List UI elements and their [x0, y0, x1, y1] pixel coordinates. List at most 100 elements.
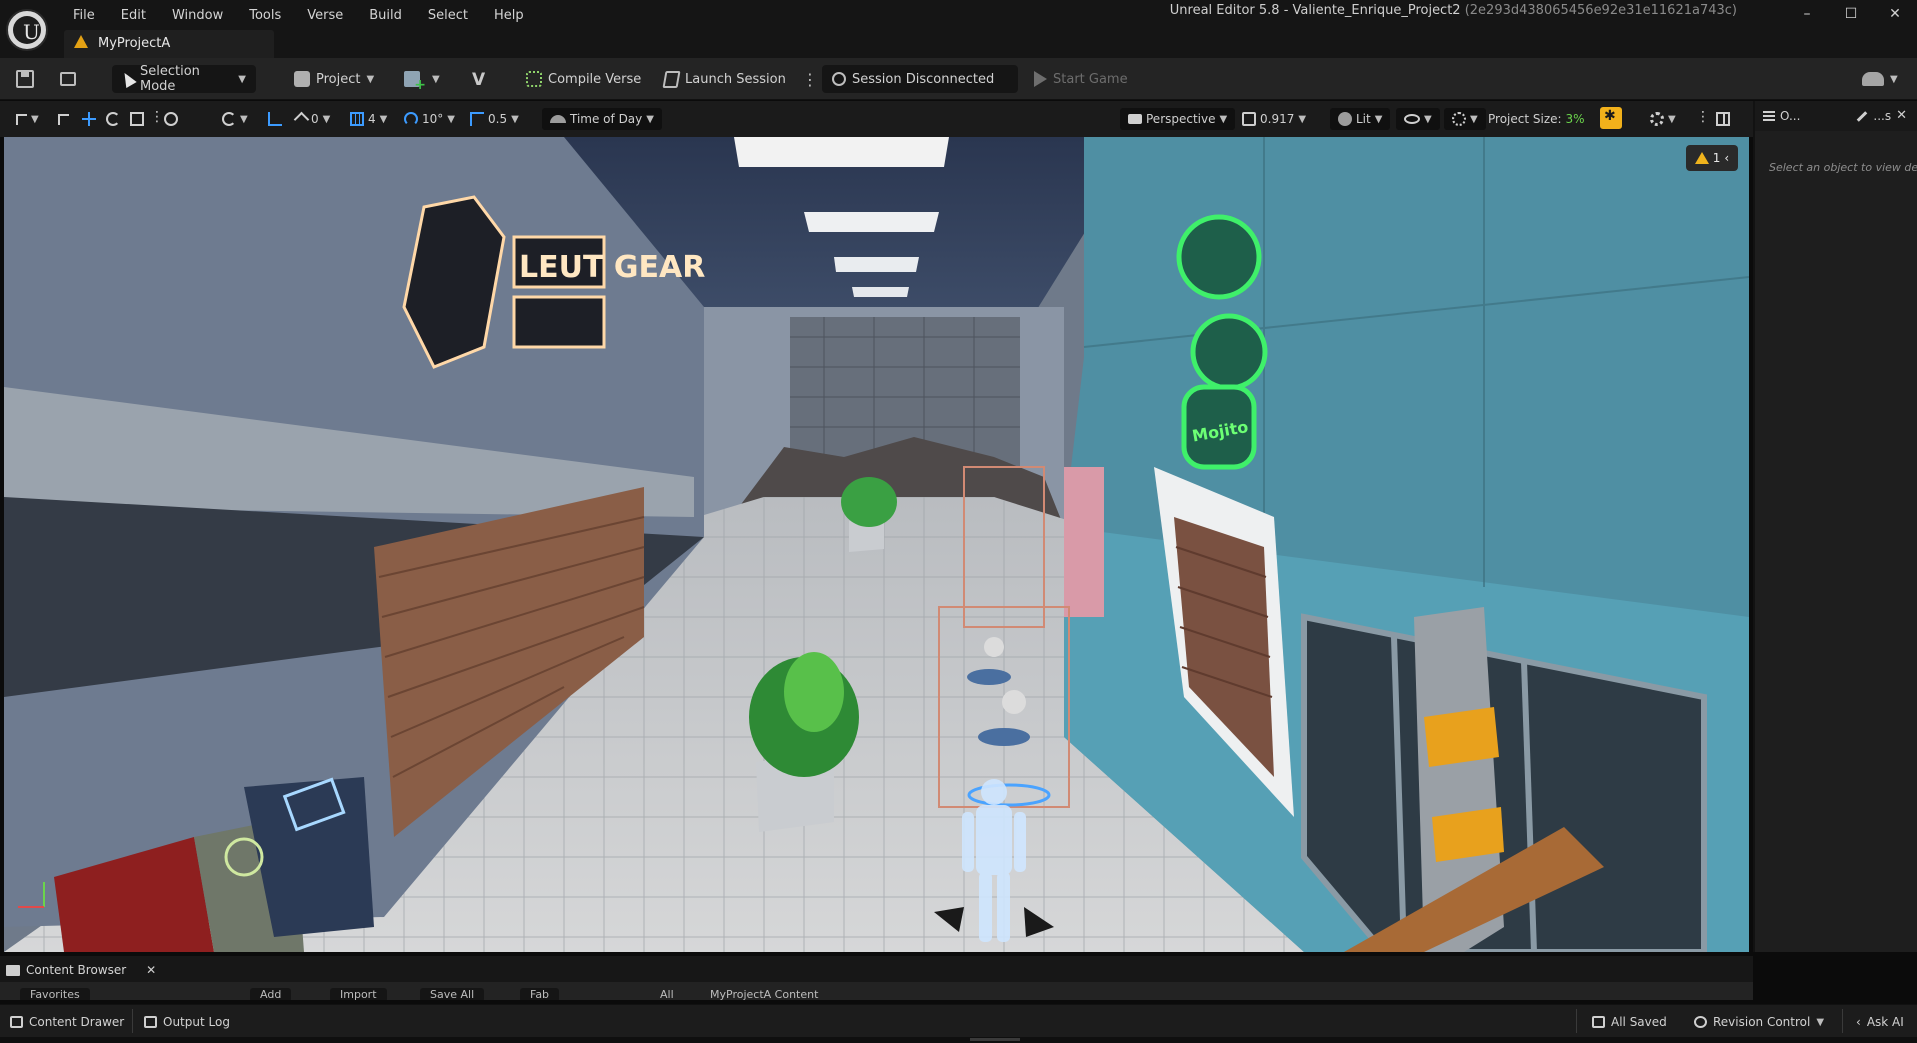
coordinate-space-button[interactable]: [164, 109, 178, 129]
scale-snap-dropdown[interactable]: 0.5 ▼: [470, 109, 519, 129]
surface-snap-dropdown[interactable]: ▼: [222, 109, 248, 129]
start-game-button[interactable]: Start Game: [1034, 65, 1128, 93]
close-window-button[interactable]: ✕: [1873, 0, 1917, 28]
rotation-snap-dropdown[interactable]: 10° ▼: [404, 109, 455, 129]
sun-icon: [550, 115, 566, 123]
time-of-day-dropdown[interactable]: Time of Day ▼: [542, 108, 662, 130]
folder-icon: [6, 964, 20, 976]
select-tool-button[interactable]: [58, 109, 69, 129]
perspective-dropdown[interactable]: Perspective ▼: [1120, 108, 1236, 130]
save-button[interactable]: [16, 65, 34, 93]
move-tool-button[interactable]: [82, 109, 96, 129]
minimize-button[interactable]: –: [1785, 0, 1829, 28]
menu-edit[interactable]: Edit: [108, 6, 159, 26]
output-log-label: Output Log: [163, 1015, 230, 1029]
breadcrumb-all[interactable]: All: [650, 988, 684, 1000]
grid-snap-dropdown[interactable]: 4 ▼: [350, 109, 387, 129]
selection-mode-dropdown[interactable]: Selection Mode ▼: [112, 64, 256, 94]
all-saved-label: All Saved: [1611, 1015, 1667, 1029]
verse-button[interactable]: V: [472, 65, 490, 93]
browse-button[interactable]: [60, 65, 76, 93]
content-drawer-label: Content Drawer: [29, 1015, 125, 1029]
import-button[interactable]: Import: [330, 988, 387, 1000]
save-icon: [16, 70, 34, 88]
project-dropdown[interactable]: Project ▼: [294, 65, 374, 93]
add-content-dropdown[interactable]: ▼: [404, 65, 440, 93]
favorites-toggle[interactable]: Favorites: [20, 988, 90, 1000]
session-status[interactable]: Session Disconnected: [822, 65, 1018, 93]
viewport-warning-badge[interactable]: 1 ‹: [1686, 145, 1738, 171]
add-button[interactable]: Add: [250, 988, 292, 1000]
menu-help[interactable]: Help: [481, 6, 537, 26]
snap-toggle-button[interactable]: [268, 109, 282, 129]
menu-window[interactable]: Window: [159, 6, 236, 26]
transform-mode-dropdown[interactable]: ▼: [16, 109, 39, 129]
rotate-tool-button[interactable]: [106, 109, 120, 129]
close-tab-button[interactable]: ✕: [146, 963, 156, 977]
launch-session-button[interactable]: Launch Session: [662, 65, 786, 93]
selection-mode-label: Selection Mode: [140, 64, 200, 94]
menu-select[interactable]: Select: [415, 6, 481, 26]
save-all-button[interactable]: Save All: [420, 988, 485, 1000]
project-tab-label: MyProjectA: [98, 36, 171, 51]
chevron-down-icon: ▼: [1374, 113, 1383, 125]
rotate-icon: [106, 112, 120, 126]
level-viewport[interactable]: LEUT GEAR Mojito: [4, 137, 1749, 952]
details-empty-hint: Select an object to view det: [1769, 161, 1917, 174]
content-browser-tab[interactable]: Content Browser ✕: [6, 959, 156, 981]
collaborators-dropdown[interactable]: ▼: [1862, 65, 1898, 93]
show-flags-dropdown[interactable]: ▼: [1396, 108, 1440, 130]
all-saved-status[interactable]: All Saved: [1592, 1012, 1667, 1032]
more-options-icon[interactable]: ⋮: [802, 65, 818, 93]
realtime-toggle[interactable]: [1600, 107, 1622, 129]
project-size-label: Project Size:: [1488, 112, 1562, 126]
content-browser-toolbar: Favorites Add Import Save All Fab All My…: [0, 982, 1753, 1000]
scale-tool-button[interactable]: [130, 109, 144, 129]
save-status-icon: [1592, 1016, 1605, 1028]
performance-icon: [1452, 112, 1466, 126]
scale-snap-icon: [470, 112, 484, 126]
tab-details[interactable]: ...s: [1856, 109, 1891, 123]
chevron-down-icon: ▼: [322, 113, 331, 125]
fab-button[interactable]: Fab: [520, 988, 560, 1000]
viewport-more-icon[interactable]: ⋮: [150, 107, 164, 127]
title-bar: U File Edit Window Tools Verse Build Sel…: [0, 0, 1917, 58]
launch-session-label: Launch Session: [685, 71, 786, 87]
viewport-settings-dropdown[interactable]: ▼: [1650, 109, 1676, 129]
tab-outliner[interactable]: O...: [1763, 109, 1800, 123]
menu-tools[interactable]: Tools: [236, 6, 294, 26]
breadcrumb-project-content[interactable]: MyProjectA Content: [700, 988, 828, 1000]
ceiling-light: [804, 212, 939, 232]
divider: [1576, 1009, 1577, 1033]
bottom-resize-strip: [0, 1037, 1917, 1043]
lit-icon: [1338, 112, 1352, 126]
content-drawer-button[interactable]: Content Drawer: [10, 1012, 124, 1032]
location-snap-value: 0: [311, 112, 319, 126]
unreal-logo-icon[interactable]: U: [6, 9, 48, 51]
side-panel-tabs: O... ...s ✕: [1755, 101, 1917, 131]
location-snap-dropdown[interactable]: 0 ▼: [293, 109, 331, 129]
details-panel: O... ...s ✕ Select an object to view det: [1753, 101, 1917, 952]
camera-speed-dropdown[interactable]: 0.917 ▼: [1242, 109, 1306, 129]
output-log-button[interactable]: Output Log: [144, 1012, 230, 1032]
compile-verse-button[interactable]: Compile Verse: [526, 65, 641, 93]
angle-icon: [404, 112, 418, 126]
viewport-layout-button[interactable]: [1716, 109, 1730, 129]
performance-dropdown[interactable]: ▼: [1444, 108, 1486, 130]
menu-file[interactable]: File: [60, 6, 108, 26]
chevron-down-icon: ▼: [432, 73, 440, 85]
disconnected-icon: [832, 72, 846, 86]
menu-verse[interactable]: Verse: [294, 6, 356, 26]
chevron-down-icon: ▼: [1470, 113, 1478, 125]
menu-build[interactable]: Build: [356, 6, 415, 26]
viewport-options-icon[interactable]: ⋮: [1696, 107, 1710, 127]
project-tab[interactable]: MyProjectA: [64, 30, 274, 58]
ask-ai-button[interactable]: ‹ Ask AI: [1856, 1012, 1904, 1032]
maximize-button[interactable]: ☐: [1829, 0, 1873, 28]
scale-snap-value: 0.5: [488, 112, 508, 126]
view-mode-dropdown[interactable]: Lit ▼: [1330, 108, 1391, 130]
warning-icon: [74, 35, 88, 48]
close-panel-button[interactable]: ✕: [1896, 108, 1907, 123]
project-icon: [294, 71, 310, 87]
revision-control-dropdown[interactable]: Revision Control ▼: [1694, 1012, 1824, 1032]
